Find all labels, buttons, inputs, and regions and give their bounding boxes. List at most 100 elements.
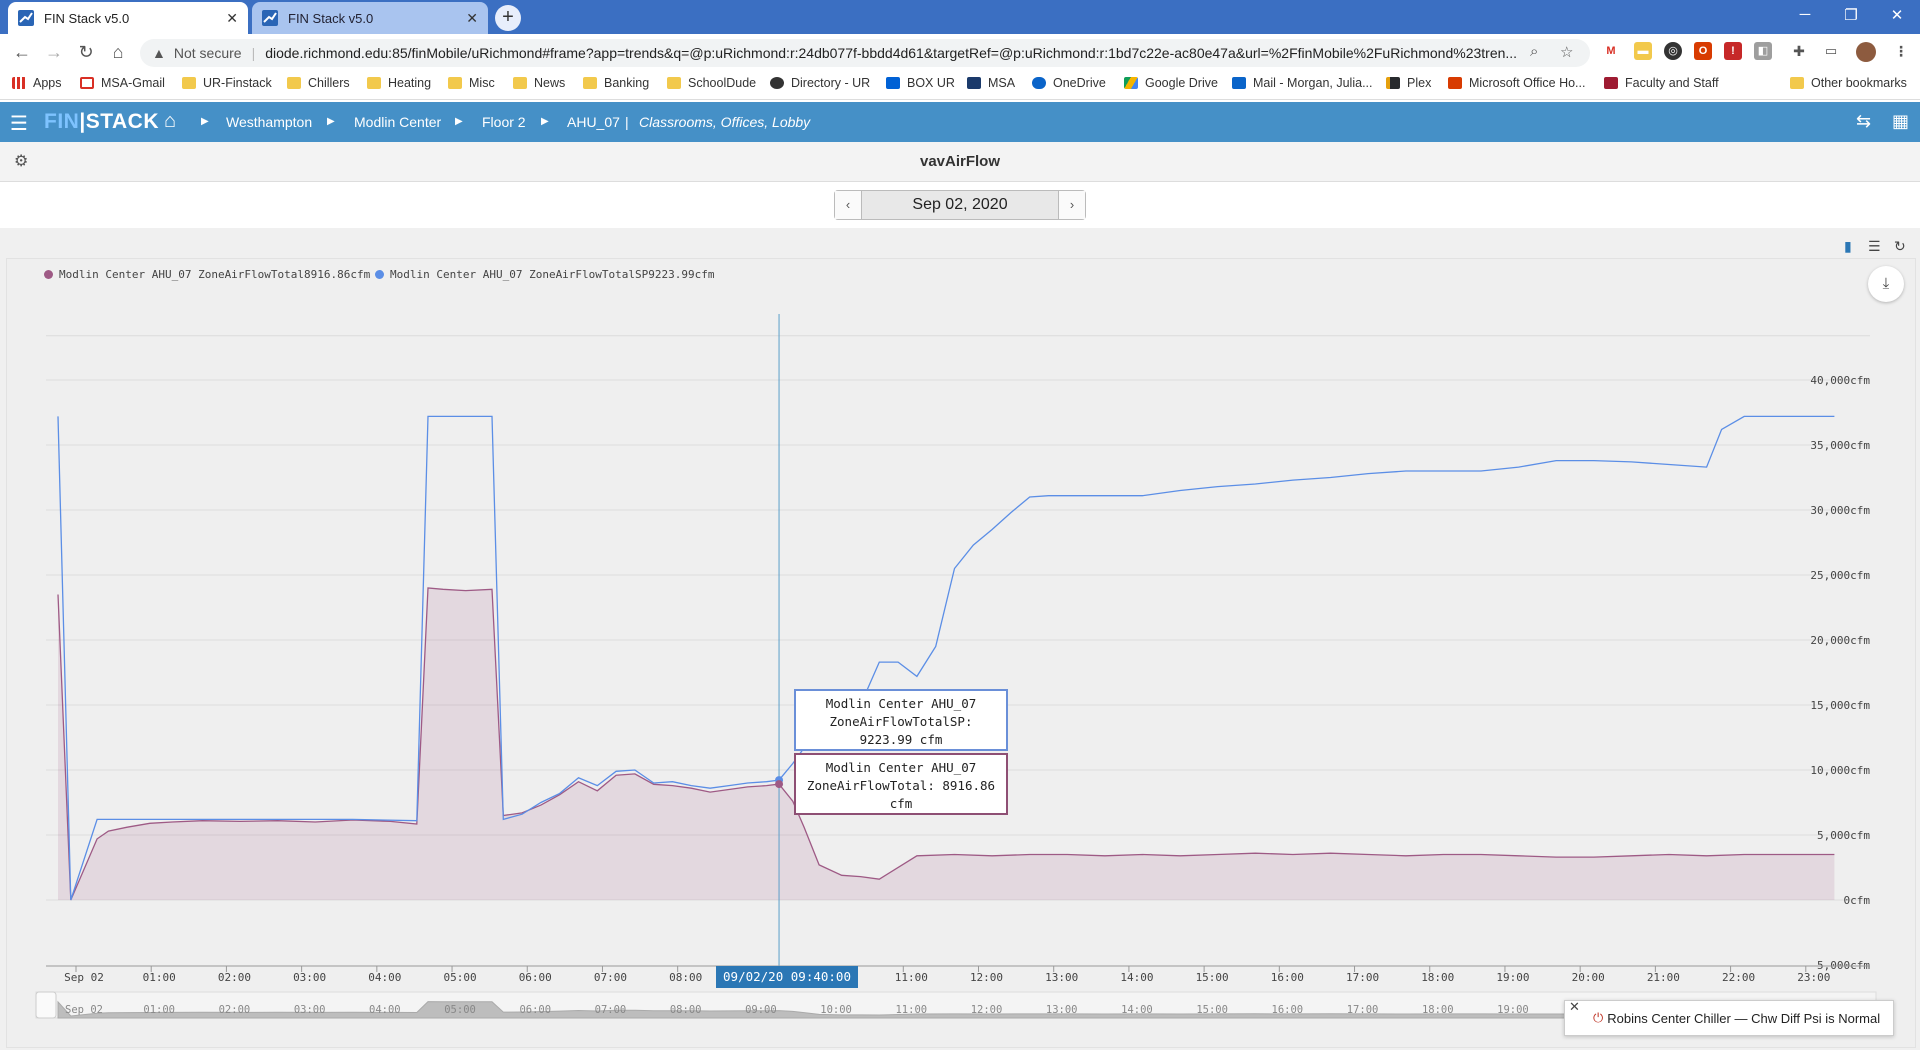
tooltip-line: 9223.99 cfm: [859, 732, 943, 747]
folder-icon: [1790, 77, 1804, 89]
office-extension-icon[interactable]: O: [1694, 42, 1712, 60]
date-picker: ‹ Sep 02, 2020 ›: [834, 190, 1086, 220]
bookmark-heating[interactable]: Heating: [367, 76, 431, 90]
alarm-toast[interactable]: ✕ ⏻ Robins Center Chiller — Chw Diff Psi…: [1564, 999, 1894, 1036]
bookmark-google-drive[interactable]: Google Drive: [1124, 76, 1218, 90]
tooltip-line: cfm: [889, 796, 913, 811]
warning-icon: ▲: [152, 45, 166, 61]
bookmark-msa[interactable]: MSA: [967, 76, 1015, 90]
back-icon[interactable]: ←: [10, 42, 34, 62]
bookmark-star-icon[interactable]: ☆: [1560, 43, 1573, 61]
close-toast-icon[interactable]: ✕: [1569, 999, 1580, 1015]
home-icon[interactable]: ⌂: [106, 42, 130, 62]
bookmark-microsoft-office[interactable]: Microsoft Office Ho...: [1448, 76, 1585, 90]
bookmark-label: Google Drive: [1145, 76, 1218, 90]
folder-icon: [667, 77, 681, 89]
cast-icon[interactable]: ▭: [1822, 42, 1840, 60]
tooltip-line: ZoneAirFlowTotal: 8916.86: [806, 778, 996, 793]
bookmark-chillers[interactable]: Chillers: [287, 76, 350, 90]
bookmark-label: Chillers: [308, 76, 350, 90]
zoom-search-icon[interactable]: ⌕: [1530, 43, 1538, 60]
directory-icon: [770, 77, 784, 89]
minimize-icon[interactable]: ─: [1790, 6, 1820, 23]
breadcrumb-floor-2[interactable]: Floor 2: [482, 114, 526, 130]
bookmark-banking[interactable]: Banking: [583, 76, 649, 90]
legend-sp[interactable]: Modlin Center AHU_07 ZoneAirFlowTotalSP9…: [375, 268, 715, 281]
legend-sp-label: Modlin Center AHU_07 ZoneAirFlowTotalSP9…: [390, 268, 715, 281]
folder-icon: [448, 77, 462, 89]
gmail-extension-icon[interactable]: M: [1602, 42, 1620, 60]
bookmark-label: Directory - UR: [791, 76, 871, 90]
extensions-puzzle-icon[interactable]: ✚: [1790, 42, 1808, 60]
bookmark-news[interactable]: News: [513, 76, 565, 90]
profile-avatar[interactable]: [1856, 42, 1876, 62]
previous-date-button[interactable]: ‹: [835, 191, 861, 219]
bookmark-mail-morgan[interactable]: Mail - Morgan, Julia...: [1232, 76, 1372, 90]
address-bar[interactable]: ▲ Not secure | diode.richmond.edu:85/fin…: [140, 39, 1590, 67]
bookmark-box-ur[interactable]: BOX UR: [886, 76, 955, 90]
bookmark-plex[interactable]: Plex: [1386, 76, 1431, 90]
notification-extension-icon[interactable]: !: [1724, 42, 1742, 60]
msa-icon: [967, 77, 981, 89]
list-view-icon[interactable]: ☰: [1868, 238, 1881, 255]
tab-finstack-1[interactable]: FIN Stack v5.0 ✕: [8, 2, 248, 34]
breadcrumb-ahu-07[interactable]: AHU_07: [567, 114, 620, 130]
bookmark-label: Microsoft Office Ho...: [1469, 76, 1586, 90]
tooltip-line: ZoneAirFlowTotalSP:: [829, 714, 973, 729]
finstack-app-bar: ☰ FIN|STACK ⌂ ▶ Westhampton ▶ Modlin Cen…: [0, 102, 1920, 142]
restore-icon[interactable]: ❐: [1836, 6, 1866, 24]
bookmark-faculty-staff[interactable]: Faculty and Staff: [1604, 76, 1719, 90]
legend-total-swatch: [44, 270, 53, 279]
hamburger-menu-icon[interactable]: ☰: [10, 111, 28, 136]
refresh-icon[interactable]: ↻: [1894, 238, 1906, 255]
folder-icon: [583, 77, 597, 89]
download-icon[interactable]: ⤓: [1868, 266, 1904, 302]
breadcrumb-modlin-center[interactable]: Modlin Center: [354, 114, 441, 130]
tooltip-sp: Modlin Center AHU_07 ZoneAirFlowTotalSP:…: [794, 689, 1008, 751]
tooltip-total: Modlin Center AHU_07 ZoneAirFlowTotal: 8…: [794, 753, 1008, 815]
address-separator: |: [251, 45, 256, 61]
bookmark-misc[interactable]: Misc: [448, 76, 495, 90]
shield-extension-icon[interactable]: ◧: [1754, 42, 1772, 60]
bookmark-label: Apps: [33, 76, 62, 90]
close-tab-icon[interactable]: ✕: [226, 10, 238, 27]
bookmark-other[interactable]: Other bookmarks: [1790, 76, 1907, 90]
bookmark-label: MSA: [988, 76, 1016, 90]
breadcrumb-westhampton[interactable]: Westhampton: [226, 114, 312, 130]
sync-icon[interactable]: ⇆: [1856, 111, 1871, 132]
folder-icon: [367, 77, 381, 89]
legend-sp-swatch: [375, 270, 384, 279]
security-label: Not secure: [173, 45, 242, 61]
reload-icon[interactable]: ↻: [74, 42, 98, 62]
legend-total[interactable]: Modlin Center AHU_07 ZoneAirFlowTotal891…: [44, 268, 370, 281]
breadcrumb-arrow-icon: ▶: [455, 116, 463, 127]
faculty-icon: [1604, 77, 1618, 89]
sync-extension-icon[interactable]: ◎: [1664, 42, 1682, 60]
browser-menu-icon[interactable]: ⋮: [1892, 42, 1910, 60]
folder-icon: [513, 77, 527, 89]
apps-grid-icon[interactable]: ▦: [1892, 111, 1909, 132]
next-date-button[interactable]: ›: [1059, 191, 1085, 219]
bookmark-ur-finstack[interactable]: UR-Finstack: [182, 76, 272, 90]
bookmark-label: Faculty and Staff: [1625, 76, 1719, 90]
bookmark-apps[interactable]: Apps: [12, 76, 62, 90]
new-tab-button[interactable]: +: [495, 5, 521, 31]
date-label[interactable]: Sep 02, 2020: [861, 191, 1059, 219]
notes-extension-icon[interactable]: ▬: [1634, 42, 1652, 60]
chart-panel: ▮ ☰ ↻: [0, 228, 1920, 1050]
bookmark-directory-ur[interactable]: Directory - UR: [770, 76, 870, 90]
bar-chart-icon[interactable]: ▮: [1844, 238, 1852, 255]
close-tab-icon[interactable]: ✕: [466, 10, 478, 27]
forward-icon[interactable]: →: [42, 42, 66, 62]
tooltip-line: Modlin Center AHU_07: [825, 696, 977, 711]
bookmark-msa-gmail[interactable]: MSA-Gmail: [80, 76, 165, 90]
bookmark-schooldude[interactable]: SchoolDude: [667, 76, 756, 90]
tab-finstack-2[interactable]: FIN Stack v5.0 ✕: [252, 2, 488, 34]
alarm-icon: ⏻: [1593, 1010, 1604, 1025]
close-window-icon[interactable]: ✕: [1882, 6, 1912, 24]
url-text[interactable]: diode.richmond.edu:85/finMobile/uRichmon…: [265, 45, 1545, 61]
home-icon[interactable]: ⌂: [164, 110, 176, 133]
bookmark-onedrive[interactable]: OneDrive: [1032, 76, 1106, 90]
cursor-time-label: 09/02/20 09:40:00: [716, 966, 858, 988]
bookmark-label: Banking: [604, 76, 650, 90]
